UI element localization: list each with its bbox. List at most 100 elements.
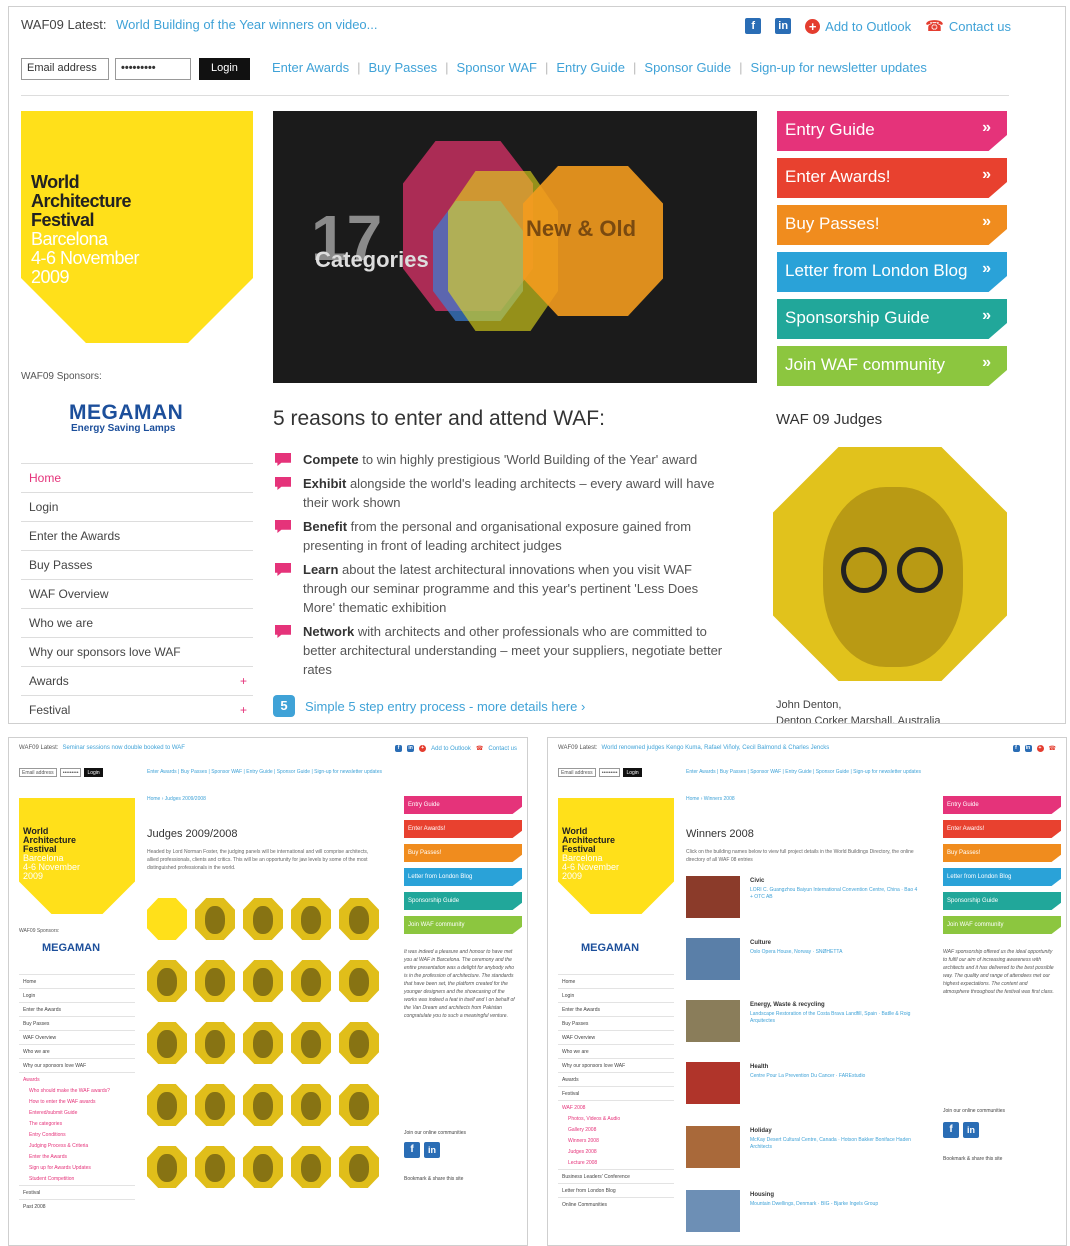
left-nav-item[interactable]: Who we are xyxy=(19,1044,135,1058)
left-nav-item[interactable]: Past 2008 xyxy=(19,1199,135,1213)
judge-thumbnail[interactable] xyxy=(291,1084,331,1126)
breadcrumb[interactable]: Home › Winners 2008 xyxy=(686,796,735,802)
waf-logo[interactable]: World Architecture Festival Barcelona 4-… xyxy=(21,111,253,343)
entry-guide-button[interactable]: Entry Guide xyxy=(404,796,522,814)
judge-thumbnail[interactable] xyxy=(147,1084,187,1126)
left-nav-item[interactable]: Online Communities xyxy=(558,1197,674,1211)
left-nav-enter-awards[interactable]: Enter the Awards xyxy=(21,521,253,550)
judge-thumbnail[interactable] xyxy=(339,1084,379,1126)
entry-guide-button[interactable]: Entry Guide xyxy=(943,796,1061,814)
buy-passes-button[interactable]: Buy Passes! xyxy=(404,844,522,862)
facebook-icon[interactable]: f xyxy=(395,745,403,752)
nav-link[interactable]: Sponsor WAF xyxy=(750,769,781,775)
entry-guide-button[interactable]: Entry Guide» xyxy=(777,111,1007,151)
sub-nav-item[interactable]: Judges 2008 xyxy=(558,1147,674,1158)
judge-thumbnail[interactable] xyxy=(195,1146,235,1188)
login-button[interactable]: Login xyxy=(199,58,250,80)
nav-link[interactable]: Enter Awards xyxy=(686,769,716,775)
enter-awards-button[interactable]: Enter Awards! xyxy=(404,820,522,838)
judge-thumbnail[interactable] xyxy=(291,1022,331,1064)
sub-nav-item[interactable]: Lecture 2008 xyxy=(558,1158,674,1169)
left-nav-item[interactable]: Why our sponsors love WAF xyxy=(558,1058,674,1072)
sub-nav-item[interactable]: Sign up for Awards Updates xyxy=(19,1163,135,1174)
left-nav-who-we-are[interactable]: Who we are xyxy=(21,608,253,637)
sponsor-logo-megaman[interactable]: MEGAMAN Energy Saving Lamps xyxy=(69,401,183,434)
judge-thumbnail[interactable] xyxy=(195,1084,235,1126)
left-nav-buy-passes[interactable]: Buy Passes xyxy=(21,550,253,579)
password-field[interactable]: ••••••••• xyxy=(115,58,191,80)
judge-thumbnail[interactable] xyxy=(195,960,235,1002)
winner-row[interactable]: Civic LORI C. Guangzhou Baiyun Internatio… xyxy=(686,876,926,924)
left-nav-home[interactable]: Home xyxy=(21,463,253,492)
sub-nav-item[interactable]: Entry Conditions xyxy=(19,1130,135,1141)
judge-thumbnail[interactable] xyxy=(147,1022,187,1064)
left-nav-festival[interactable]: Festival + xyxy=(21,695,253,723)
waf-logo[interactable]: World Architecture Festival Barcelona 4-6 No… xyxy=(558,798,674,914)
left-nav-item[interactable]: Awards xyxy=(558,1072,674,1086)
expand-icon[interactable]: + xyxy=(240,674,247,688)
sponsor-logo-megaman[interactable]: MEGAMAN xyxy=(42,942,100,954)
contact-link[interactable]: ☎ Contact us xyxy=(925,17,1011,35)
linkedin-icon[interactable]: in xyxy=(1024,745,1032,752)
winner-row[interactable]: Holiday McKay Desert Cultural Centre, Can… xyxy=(686,1126,926,1174)
linkedin-icon[interactable]: in xyxy=(775,18,792,34)
outlook-link[interactable]: Add to Outlook xyxy=(431,746,471,752)
linkedin-icon[interactable]: in xyxy=(424,1142,440,1158)
nav-sponsor-waf[interactable]: Sponsor WAF xyxy=(457,60,537,75)
left-nav-awards[interactable]: Awards + xyxy=(21,666,253,695)
facebook-icon[interactable]: f xyxy=(404,1142,420,1158)
sub-nav-item[interactable]: Student Competition xyxy=(19,1174,135,1185)
facebook-icon[interactable]: f xyxy=(943,1122,959,1138)
judge-thumbnail[interactable] xyxy=(147,1146,187,1188)
nav-link[interactable]: Buy Passes xyxy=(720,769,746,775)
nav-sponsor-guide[interactable]: Sponsor Guide xyxy=(644,60,731,75)
winner-row[interactable]: Culture Oslo Opera House, Norway · SNØHET… xyxy=(686,938,926,986)
latest-news-link[interactable]: Seminar sessions now double booked to WA… xyxy=(62,745,185,751)
join-community-button[interactable]: Join WAF community xyxy=(943,916,1061,934)
judge-thumbnail[interactable] xyxy=(291,960,331,1002)
left-nav-item[interactable]: Home xyxy=(19,974,135,988)
join-community-button[interactable]: Join WAF community» xyxy=(777,346,1007,386)
nav-buy-passes[interactable]: Buy Passes xyxy=(368,60,437,75)
enter-awards-button[interactable]: Enter Awards!» xyxy=(777,158,1007,198)
judge-thumbnail[interactable] xyxy=(339,898,379,940)
join-community-button[interactable]: Join WAF community xyxy=(404,916,522,934)
blog-button[interactable]: Letter from London Blog xyxy=(943,868,1061,886)
enter-awards-button[interactable]: Enter Awards! xyxy=(943,820,1061,838)
sponsorship-guide-button[interactable]: Sponsorship Guide xyxy=(404,892,522,910)
latest-news-link[interactable]: World Building of the Year winners on vi… xyxy=(116,17,377,32)
nav-entry-guide[interactable]: Entry Guide xyxy=(556,60,625,75)
expand-icon[interactable]: + xyxy=(240,703,247,717)
facebook-icon[interactable]: f xyxy=(1012,745,1020,752)
sponsorship-guide-button[interactable]: Sponsorship Guide» xyxy=(777,299,1007,339)
left-nav-item[interactable]: Buy Passes xyxy=(558,1016,674,1030)
nav-link[interactable]: Sign-up for newsletter updates xyxy=(314,769,382,775)
sub-nav-item[interactable]: The categories xyxy=(19,1119,135,1130)
nav-link[interactable]: Sign-up for newsletter updates xyxy=(853,769,921,775)
nav-link[interactable]: Entry Guide xyxy=(246,769,272,775)
winner-row[interactable]: Health Centre Pour La Prevention Du Cance… xyxy=(686,1062,926,1110)
judge-thumbnail[interactable] xyxy=(243,1022,283,1064)
add-to-outlook-link[interactable]: + Add to Outlook xyxy=(805,18,911,34)
left-nav-item[interactable]: Festival xyxy=(558,1086,674,1100)
latest-news-link[interactable]: World renowned judges Kengo Kuma, Rafael… xyxy=(601,745,829,751)
winner-image[interactable] xyxy=(686,1000,740,1042)
email-field[interactable]: Email address xyxy=(558,768,596,777)
judge-thumbnail[interactable] xyxy=(243,898,283,940)
left-nav-item[interactable]: Enter the Awards xyxy=(558,1002,674,1016)
nav-link[interactable]: Buy Passes xyxy=(181,769,207,775)
left-nav-item[interactable]: Letter from London Blog xyxy=(558,1183,674,1197)
judge-thumbnail[interactable] xyxy=(243,1146,283,1188)
winner-row[interactable]: Housing Mountain Dwellings, Denmark · BIG… xyxy=(686,1190,926,1238)
left-nav-item[interactable]: Enter the Awards xyxy=(19,1002,135,1016)
hero-image[interactable]: 17 Categories New & Old xyxy=(273,111,757,383)
sub-nav-item[interactable]: Gallery 2008 xyxy=(558,1125,674,1136)
nav-link[interactable]: Enter Awards xyxy=(147,769,177,775)
sponsorship-guide-button[interactable]: Sponsorship Guide xyxy=(943,892,1061,910)
judge-thumbnail[interactable] xyxy=(339,960,379,1002)
sub-nav-item[interactable]: Enter the Awards xyxy=(19,1152,135,1163)
sub-nav-item[interactable]: Judging Process & Criteria xyxy=(19,1141,135,1152)
blog-button[interactable]: Letter from London Blog xyxy=(404,868,522,886)
sub-nav-item[interactable]: Who should make the WAF awards? xyxy=(19,1086,135,1097)
login-button[interactable]: Login xyxy=(84,768,103,777)
